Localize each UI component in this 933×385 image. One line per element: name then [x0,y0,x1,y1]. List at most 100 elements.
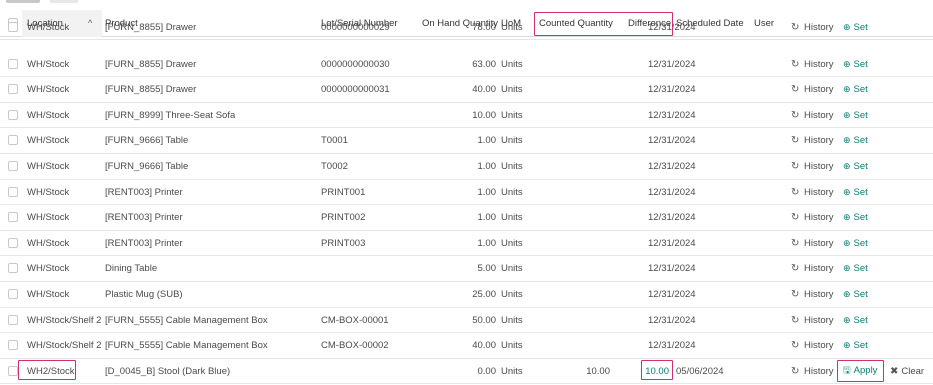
history-button[interactable]: ↻ History [791,77,834,102]
scheduled-date-cell[interactable]: 12/31/2024 [648,205,696,230]
table-row[interactable]: WH/Stock [RENT003] Printer PRINT003 1.00 Uni… [0,231,933,257]
location-cell[interactable]: WH/Stock [27,77,69,102]
table-row[interactable]: WH/Stock [FURN_8855] Drawer 0000000000029 7… [0,22,933,40]
location-cell[interactable]: WH/Stock [27,282,69,307]
lot-cell[interactable]: 0000000000030 [321,52,390,77]
set-button[interactable]: ⊕ Set [843,15,868,40]
counted-cell[interactable] [560,256,610,281]
scheduled-date-cell[interactable]: 05/06/2024 [676,359,724,384]
set-button[interactable]: ⊕ Set [843,231,868,256]
counted-cell[interactable] [560,52,610,77]
lot-cell[interactable]: PRINT003 [321,231,365,256]
product-cell[interactable]: [FURN_9666] Table [105,154,188,179]
row-checkbox[interactable] [8,109,18,120]
product-cell[interactable]: Dining Table [105,256,157,281]
row-checkbox[interactable] [8,237,18,248]
counted-cell[interactable] [560,77,610,102]
row-checkbox[interactable] [8,58,18,69]
product-cell[interactable]: [RENT003] Printer [105,205,183,230]
clear-button[interactable]: ✖ Clear [890,359,924,384]
set-button[interactable]: ⊕ Set [843,52,868,77]
counted-cell[interactable] [560,308,610,333]
location-cell[interactable]: WH/Stock [27,103,69,128]
scheduled-date-cell[interactable]: 12/31/2024 [648,333,696,358]
location-cell[interactable]: WH/Stock [27,15,69,40]
row-checkbox[interactable] [8,263,18,274]
location-cell[interactable]: WH/Stock [27,52,69,77]
product-cell[interactable]: [FURN_8855] Drawer [105,15,196,40]
counted-cell[interactable] [560,282,610,307]
scheduled-date-cell[interactable]: 12/31/2024 [648,231,696,256]
table-row[interactable]: WH/Stock [FURN_8855] Drawer 0000000000030 6… [0,52,933,78]
history-button[interactable]: ↻ History [791,256,834,281]
row-checkbox[interactable] [8,135,18,146]
history-button[interactable]: ↻ History [791,128,834,153]
table-row[interactable]: WH/Stock [FURN_9666] Table T0001 1.00 Units 1… [0,128,933,154]
history-button[interactable]: ↻ History [791,205,834,230]
row-checkbox[interactable] [8,84,18,95]
product-cell[interactable]: [FURN_8855] Drawer [105,77,196,102]
counted-cell[interactable] [560,128,610,153]
row-checkbox[interactable] [8,212,18,223]
counted-cell[interactable] [560,205,610,230]
set-button[interactable]: ⊕ Set [843,333,868,358]
table-row[interactable]: WH/Stock [RENT003] Printer PRINT001 1.00 Uni… [0,180,933,206]
set-button[interactable]: ⊕ Set [843,180,868,205]
history-button[interactable]: ↻ History [791,52,834,77]
product-cell[interactable]: [FURN_9666] Table [105,128,188,153]
lot-cell[interactable]: PRINT002 [321,205,365,230]
lot-cell[interactable]: PRINT001 [321,180,365,205]
table-row[interactable]: WH/Stock [FURN_8855] Drawer 0000000000031 4… [0,77,933,103]
location-cell[interactable]: WH/Stock/Shelf 2 [27,308,101,333]
lot-cell[interactable]: T0002 [321,154,348,179]
scheduled-date-cell[interactable]: 12/31/2024 [648,77,696,102]
scheduled-date-cell[interactable]: 12/31/2024 [648,128,696,153]
row-checkbox[interactable] [8,161,18,171]
row-checkbox[interactable] [8,22,18,32]
lot-cell[interactable]: CM-BOX-00001 [321,308,389,333]
row-checkbox[interactable] [8,186,18,197]
row-checkbox[interactable] [8,340,18,351]
set-button[interactable]: ⊕ Set [843,103,868,128]
scheduled-date-cell[interactable]: 12/31/2024 [648,154,696,179]
location-cell[interactable]: WH/Stock [27,180,69,205]
product-cell[interactable]: [D_0045_B] Stool (Dark Blue) [105,359,230,384]
location-cell[interactable]: WH/Stock/Shelf 2 [27,333,101,358]
set-button[interactable]: ⊕ Set [843,154,868,179]
scheduled-date-cell[interactable]: 12/31/2024 [648,52,696,77]
product-cell[interactable]: Plastic Mug (SUB) [105,282,183,307]
counted-cell[interactable] [560,103,610,128]
table-row[interactable]: WH/Stock/Shelf 2 [FURN_5555] Cable Manage… [0,308,933,334]
lot-cell[interactable]: CM-BOX-00002 [321,333,389,358]
table-row[interactable]: WH/Stock Plastic Mug (SUB) 25.00 Units 12/31… [0,282,933,308]
set-button[interactable]: ⊕ Set [843,128,868,153]
location-cell[interactable]: WH/Stock [27,205,69,230]
location-cell[interactable]: WH/Stock [27,231,69,256]
counted-cell[interactable] [560,333,610,358]
row-checkbox[interactable] [8,289,18,299]
table-row[interactable]: WH/Stock [RENT003] Printer PRINT002 1.00 Uni… [0,205,933,231]
product-cell[interactable]: [FURN_8855] Drawer [105,52,196,77]
table-row[interactable]: WH/Stock/Shelf 2 [FURN_5555] Cable Manage… [0,333,933,359]
product-cell[interactable]: [RENT003] Printer [105,180,183,205]
table-row[interactable]: WH2/Stock [D_0045_B] Stool (Dark Blue) 0.0… [0,359,933,385]
product-cell[interactable]: [FURN_5555] Cable Management Box [105,308,268,333]
history-button[interactable]: ↻ History [791,231,834,256]
table-row[interactable]: WH/Stock Dining Table 5.00 Units 12/31/2024 ↻… [0,256,933,282]
counted-cell[interactable] [560,180,610,205]
set-button[interactable]: ⊕ Set [843,205,868,230]
set-button[interactable]: ⊕ Set [843,282,868,307]
scheduled-date-cell[interactable]: 12/31/2024 [648,256,696,281]
counted-cell[interactable] [560,231,610,256]
table-row[interactable]: WH/Stock [FURN_8999] Three-Seat Sofa 10.00… [0,103,933,129]
history-button[interactable]: ↻ History [791,308,834,333]
row-checkbox[interactable] [8,314,18,325]
set-button[interactable]: ⊕ Set [843,256,868,281]
history-button[interactable]: ↻ History [791,154,834,179]
location-cell[interactable]: WH/Stock [27,128,69,153]
history-button[interactable]: ↻ History [791,180,834,205]
history-button[interactable]: ↻ History [791,282,834,307]
row-checkbox[interactable] [8,365,18,376]
scheduled-date-cell[interactable]: 12/31/2024 [648,308,696,333]
scheduled-date-cell[interactable]: 12/31/2024 [648,282,696,307]
